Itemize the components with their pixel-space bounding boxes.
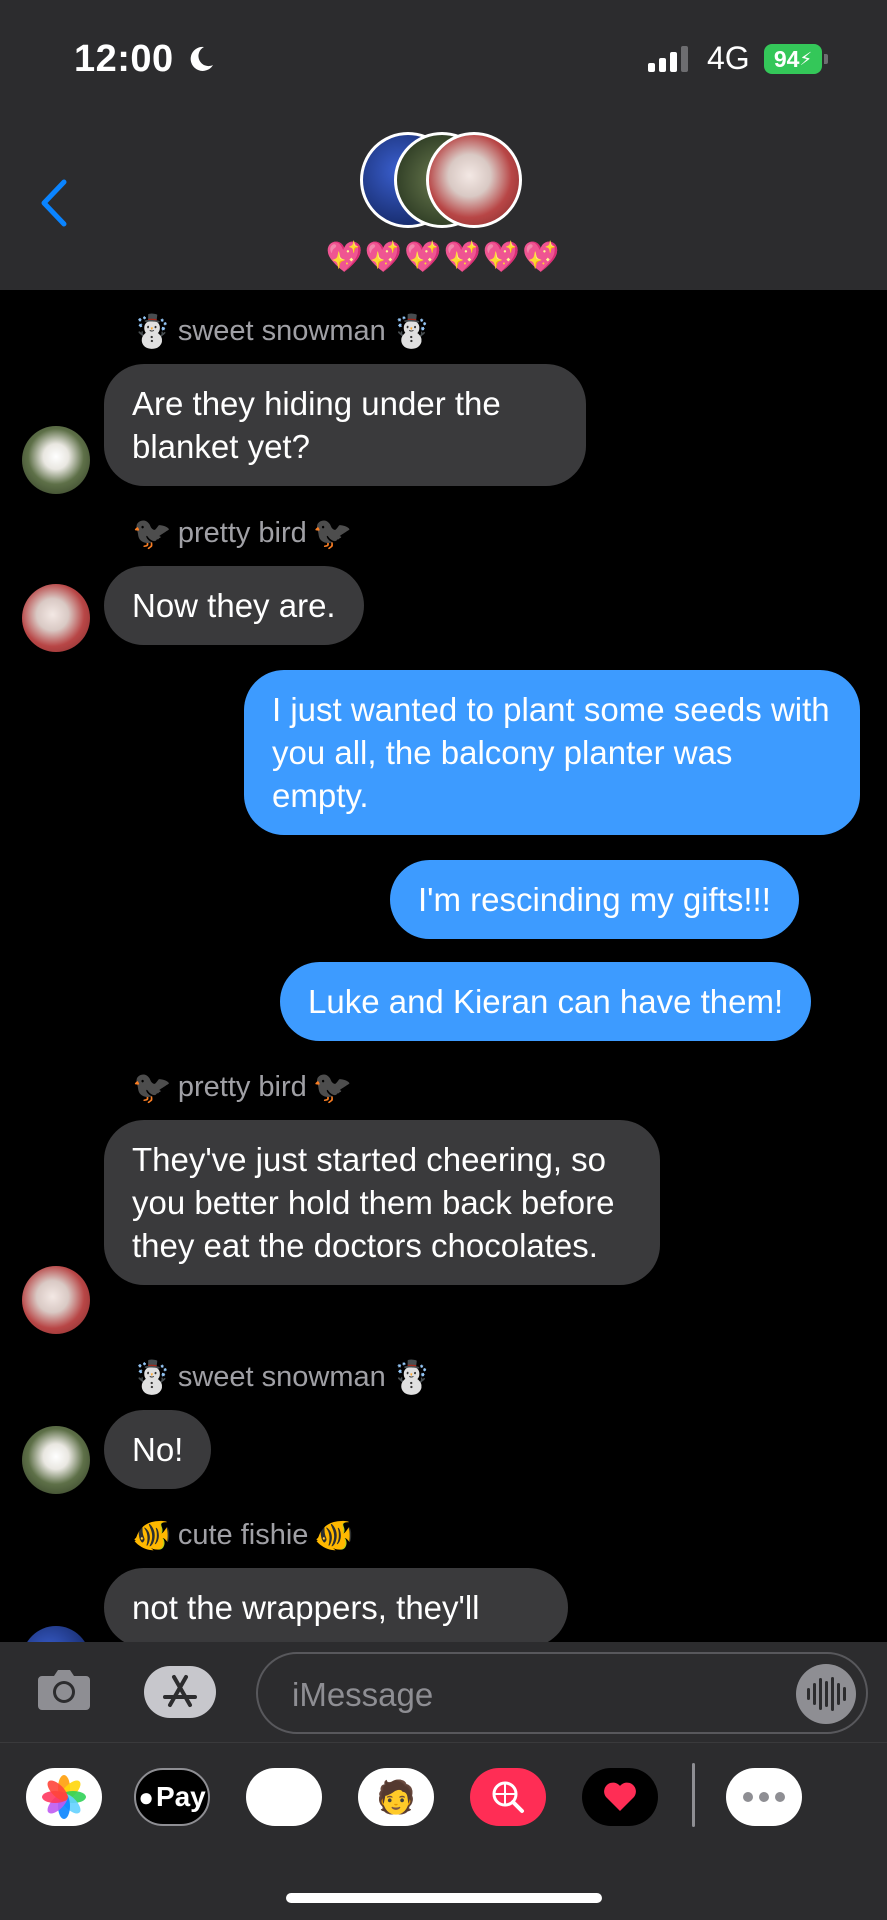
bird-icon: 🐦‍⬛ [132, 1069, 172, 1105]
photos-glyph [42, 1775, 86, 1819]
group-avatars[interactable] [360, 132, 530, 232]
network-type: 4G [707, 40, 750, 76]
avatar [426, 132, 522, 228]
message-bubble[interactable]: Are they hiding under the blanket yet? [104, 364, 586, 486]
audio-message-icon[interactable] [796, 1664, 856, 1724]
snowman-icon: ☃️ [391, 1359, 432, 1395]
memoji-app-icon[interactable]: 🧑 [358, 1768, 434, 1826]
snowman-icon: ☃️ [391, 313, 432, 349]
back-chevron-icon[interactable] [36, 178, 72, 228]
message-bubble[interactable]: I just wanted to plant some seeds with y… [244, 670, 860, 835]
drawer-divider [692, 1763, 695, 1827]
bird-icon: 🐦‍⬛ [312, 1069, 353, 1105]
avatar[interactable] [22, 1426, 90, 1494]
avatar[interactable] [22, 584, 90, 652]
avatar[interactable] [22, 1626, 90, 1642]
sender-label: ☃️ sweet snowman ☃️ [132, 1359, 432, 1395]
conversation-header: 12:00 4G 94 ⚡ 💖💖💖💖💖💖 [0, 0, 887, 290]
battery-icon: 94 ⚡ [764, 44, 822, 74]
heart-icon [604, 1782, 636, 1811]
app-store-icon[interactable] [144, 1666, 216, 1718]
message-bubble[interactable]: Now they are. [104, 566, 364, 645]
message-placeholder: iMessage [292, 1676, 434, 1713]
avatar[interactable] [22, 426, 90, 494]
image-search-app-icon[interactable] [470, 1768, 546, 1826]
message-bubble[interactable]: not the wrappers, they'll [104, 1568, 568, 1642]
sender-label: ☃️ sweet snowman ☃️ [132, 313, 432, 349]
message-bubble[interactable]: They've just started cheering, so you be… [104, 1120, 660, 1285]
battery-level: 94 [773, 45, 800, 72]
digital-touch-app-icon[interactable] [582, 1768, 658, 1826]
camera-icon[interactable] [36, 1664, 92, 1714]
group-name[interactable]: 💖💖💖💖💖💖 [0, 240, 887, 275]
message-bubble[interactable]: No! [104, 1410, 212, 1489]
app-drawer: ● Pay 🐵 🧑 [0, 1742, 887, 1920]
message-list[interactable]: ☃️ sweet snowman ☃️ Are they hiding unde… [0, 290, 887, 1642]
status-time: 12:00 [74, 38, 174, 80]
fish-icon: 🐠 [314, 1517, 355, 1553]
bird-icon: 🐦‍⬛ [312, 515, 353, 551]
cellular-signal-icon [648, 46, 688, 72]
home-indicator[interactable] [286, 1893, 602, 1903]
globe-search-icon [492, 1781, 524, 1813]
app-store-glyph [163, 1675, 197, 1707]
sender-label: 🐦‍⬛ pretty bird 🐦‍⬛ [132, 515, 353, 551]
snowman-icon: ☃️ [132, 313, 172, 349]
moon-icon [190, 46, 213, 71]
message-bubble[interactable]: I'm rescinding my gifts!!! [390, 860, 799, 939]
compose-bar: iMessage [0, 1642, 887, 1742]
more-apps-icon[interactable] [726, 1768, 802, 1826]
sender-label: 🐠 cute fishie 🐠 [132, 1517, 355, 1553]
message-input[interactable]: iMessage [256, 1652, 868, 1734]
sender-label: 🐦‍⬛ pretty bird 🐦‍⬛ [132, 1069, 353, 1105]
snowman-icon: ☃️ [132, 1359, 172, 1395]
apple-logo-icon: ● [138, 1781, 154, 1812]
ellipsis-icon [743, 1792, 785, 1802]
fish-icon: 🐠 [132, 1517, 172, 1553]
message-bubble[interactable]: Luke and Kieran can have them! [280, 962, 812, 1041]
apple-pay-app-icon[interactable]: ● Pay [134, 1768, 210, 1826]
bird-icon: 🐦‍⬛ [132, 515, 172, 551]
battery-cap [824, 54, 828, 64]
animoji-app-icon[interactable]: 🐵 [246, 1768, 322, 1826]
photos-app-icon[interactable] [26, 1768, 102, 1826]
avatar[interactable] [22, 1266, 90, 1334]
